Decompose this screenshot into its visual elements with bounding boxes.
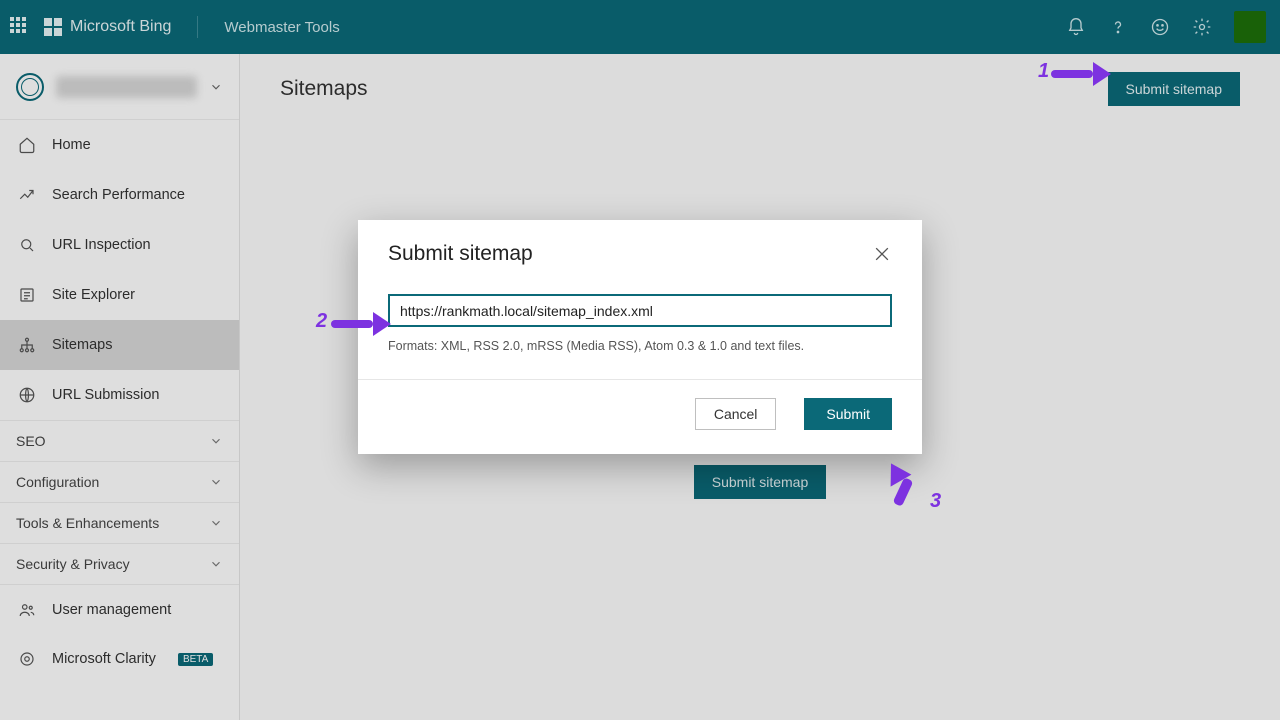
submit-sitemap-modal: Submit sitemap Formats: XML, RSS 2.0, mR… (358, 220, 922, 454)
annotation-2: 2 (316, 310, 391, 333)
close-icon[interactable] (872, 244, 892, 264)
format-hint: Formats: XML, RSS 2.0, mRSS (Media RSS),… (388, 339, 892, 353)
cancel-button[interactable]: Cancel (695, 398, 777, 430)
modal-header: Submit sitemap (358, 220, 922, 276)
modal-title: Submit sitemap (388, 242, 533, 266)
sitemap-url-input[interactable] (388, 294, 892, 327)
annotation-3: 3 (886, 466, 926, 506)
arrow-icon (331, 312, 391, 332)
annotation-number: 1 (1038, 60, 1049, 83)
annotation-number: 3 (930, 490, 941, 513)
modal-body: Formats: XML, RSS 2.0, mRSS (Media RSS),… (358, 276, 922, 379)
arrow-icon (886, 466, 926, 506)
modal-footer: Cancel Submit (358, 379, 922, 454)
annotation-1: 1 (1038, 60, 1111, 83)
annotation-number: 2 (316, 310, 327, 333)
arrow-icon (1051, 62, 1111, 82)
submit-button[interactable]: Submit (804, 398, 892, 430)
